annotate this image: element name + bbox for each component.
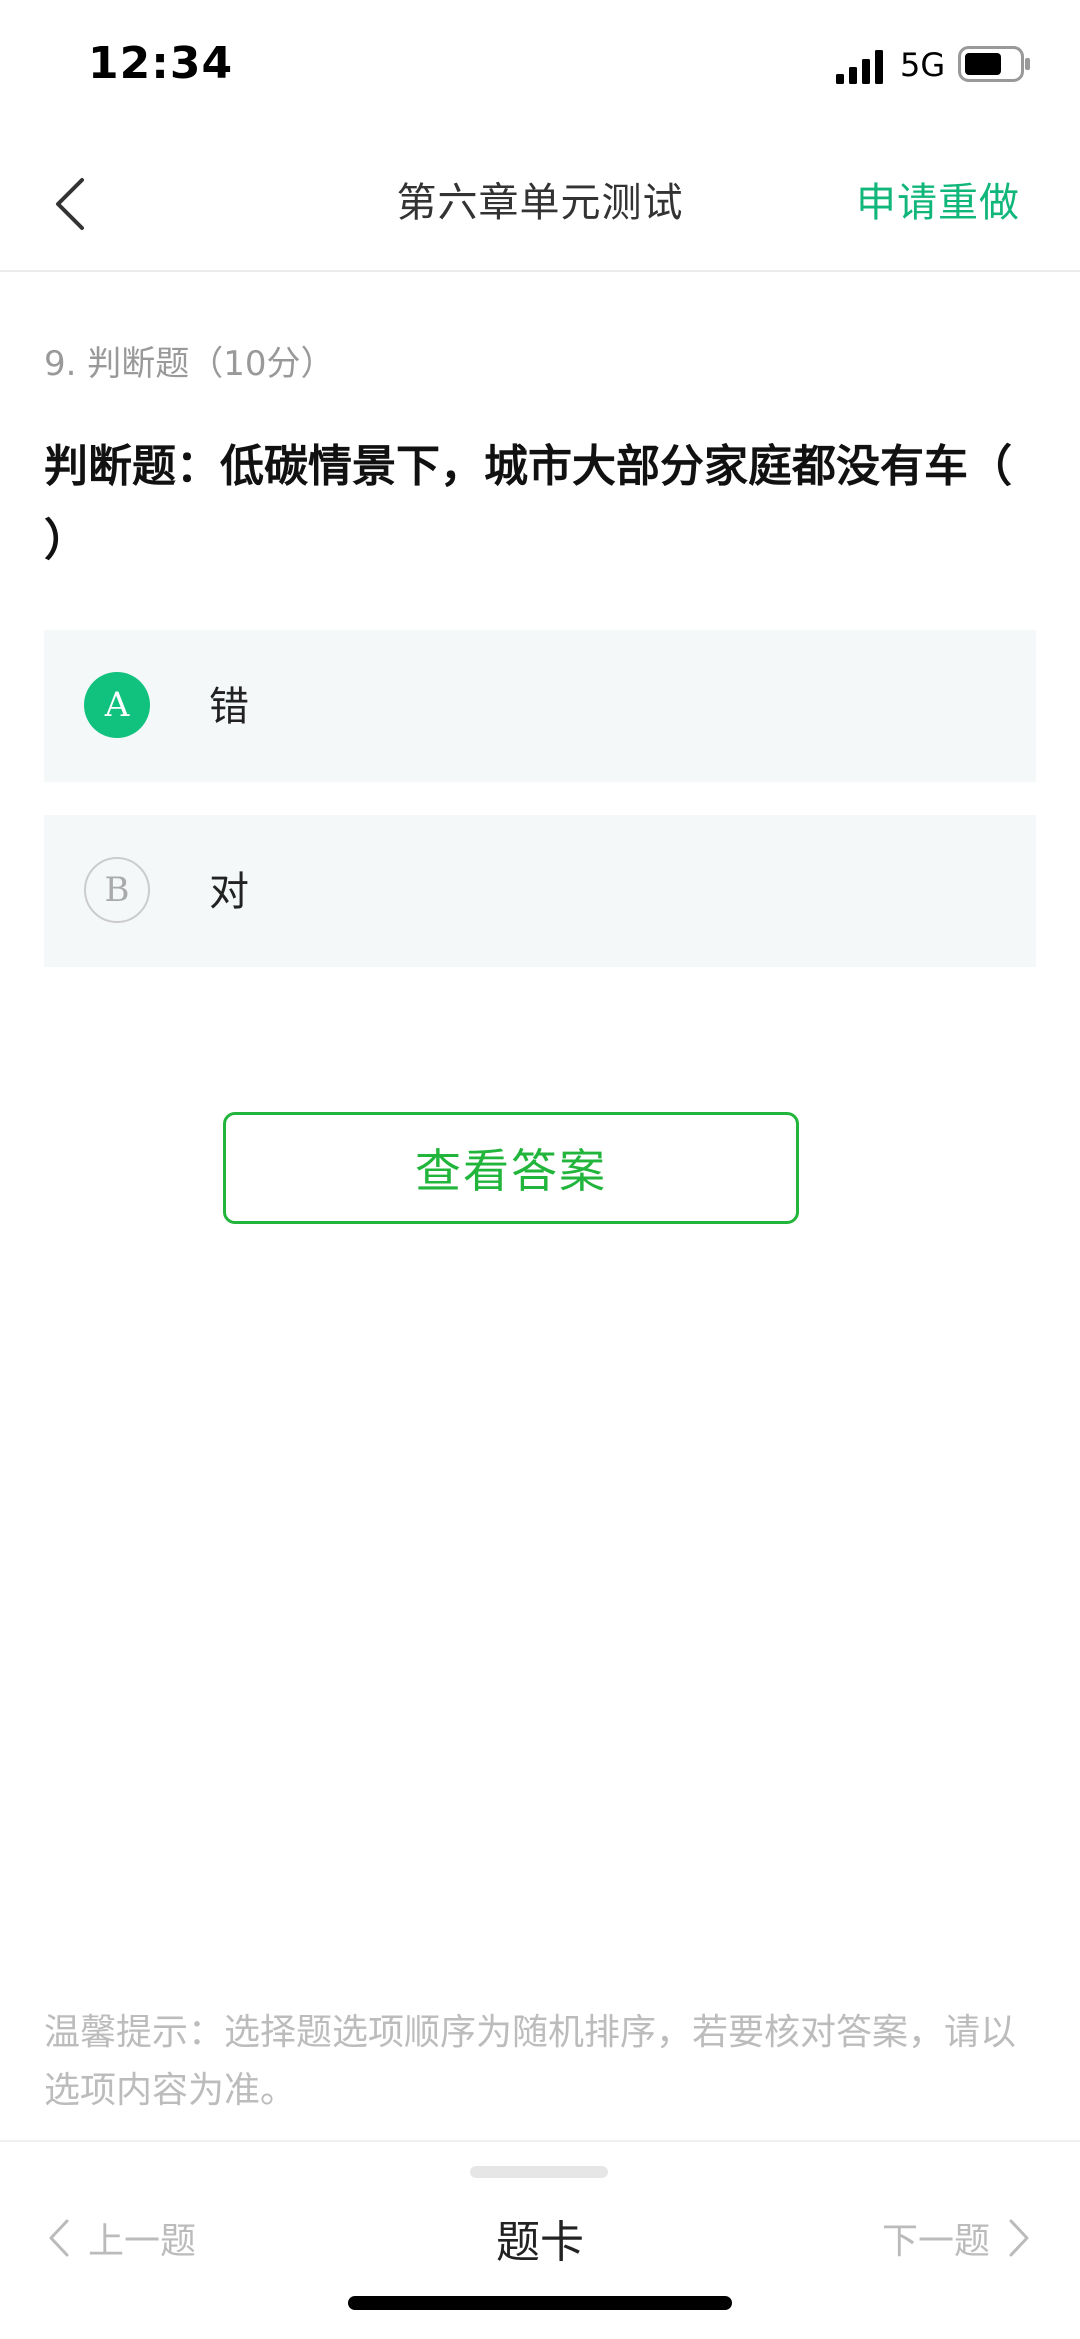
chevron-right-icon	[1009, 2219, 1029, 2257]
nav-bar: 第六章单元测试 申请重做	[0, 140, 1080, 272]
question-card-button[interactable]: 题卡	[440, 2206, 640, 2270]
home-indicator	[348, 2296, 732, 2310]
status-time: 12:34	[88, 38, 234, 89]
signal-icon	[836, 50, 883, 84]
drag-handle[interactable]	[470, 2166, 608, 2178]
prev-question-label: 上一题	[88, 2221, 197, 2262]
page-title: 第六章单元测试	[396, 180, 684, 226]
option-b-badge: B	[84, 857, 150, 923]
option-a[interactable]: A 错	[44, 630, 1036, 782]
prev-question-button[interactable]: 上一题	[48, 2212, 196, 2264]
request-redo-button[interactable]: 申请重做	[856, 170, 1020, 228]
battery-icon	[958, 46, 1030, 82]
tip-text: 温馨提示：选择题选项顺序为随机排序，若要核对答案，请以选项内容为准。	[44, 2012, 1017, 2111]
question-text: 判断题：低碳情景下，城市大部分家庭都没有车（ ）	[44, 441, 1012, 566]
network-type: 5G	[900, 46, 946, 84]
option-b[interactable]: B 对	[44, 815, 1036, 967]
next-question-label: 下一题	[881, 2221, 990, 2262]
view-answer-button[interactable]: 查看答案	[223, 1112, 799, 1224]
option-a-text: 错	[209, 684, 249, 730]
chevron-left-icon	[56, 178, 84, 230]
back-button[interactable]	[44, 172, 104, 236]
status-bar: 12:34 5G	[0, 0, 1080, 140]
question-meta: 9. 判断题（10分）	[44, 344, 335, 384]
chevron-left-icon	[49, 2219, 69, 2257]
option-b-text: 对	[209, 869, 249, 915]
next-question-button[interactable]: 下一题	[882, 2212, 1030, 2264]
option-a-badge: A	[84, 672, 150, 738]
